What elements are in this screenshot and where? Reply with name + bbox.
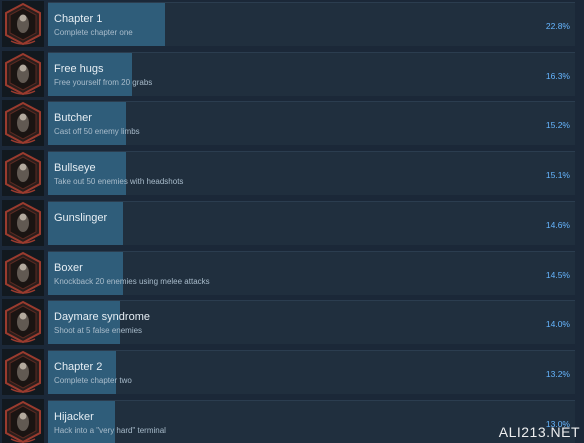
unlock-percentage: 14.6%	[545, 219, 570, 230]
severed-limb-icon	[2, 100, 44, 147]
achievement-description: Cast off 50 enemy limbs	[54, 127, 140, 137]
achievement-row[interactable]: Gunslinger 14.6%	[0, 199, 584, 246]
achievement-title: Bullseye	[54, 162, 96, 175]
achievement-row[interactable]: Boxer Knockback 20 enemies using melee at…	[0, 249, 584, 296]
grabbing-hand-icon	[2, 50, 44, 97]
achievement-panel: Chapter 1 Complete chapter one 22.8%	[48, 2, 575, 46]
achievement-panel: Butcher Cast off 50 enemy limbs 15.2%	[48, 101, 575, 146]
site-watermark: ALI213.NET	[498, 424, 580, 440]
achievement-description: Knockback 20 enemies using melee attacks	[54, 276, 210, 286]
achievement-row[interactable]: Hijacker Hack into a "very hard" terminal…	[0, 398, 584, 443]
achievement-panel: Gunslinger 14.6%	[48, 200, 575, 245]
terminal-hand-icon	[2, 398, 44, 443]
achievement-title: Chapter 1	[54, 13, 103, 25]
achievement-title: Daymare syndrome	[54, 311, 150, 324]
achievement-description: Complete chapter one	[54, 28, 133, 37]
achievement-panel: Chapter 2 Complete chapter two 13.2%	[48, 349, 575, 394]
achievement-description: Hack into a "very hard" terminal	[54, 425, 166, 435]
unlock-percentage: 15.2%	[545, 120, 570, 131]
achievement-row[interactable]: Chapter 2 Complete chapter two 13.2%	[0, 348, 584, 395]
unlock-percentage: 14.0%	[545, 319, 570, 330]
skull-mask-icon	[2, 1, 44, 47]
zombie-figure-icon	[2, 299, 44, 346]
achievement-title: Hijacker	[54, 410, 94, 423]
unlock-percentage: 13.2%	[545, 368, 570, 379]
achievement-panel: Free hugs Free yourself from 20 grabs 16.3…	[48, 51, 575, 96]
achievement-row[interactable]: Chapter 1 Complete chapter one 22.8%	[0, 1, 584, 47]
achievement-row[interactable]: Butcher Cast off 50 enemy limbs 15.2%	[0, 100, 584, 147]
achievement-title: Boxer	[54, 261, 83, 274]
achievement-list: Chapter 1 Complete chapter one 22.8% Free h…	[0, 0, 584, 443]
achievement-row[interactable]: Free hugs Free yourself from 20 grabs 16.3…	[0, 50, 584, 97]
achievement-panel: Daymare syndrome Shoot at 5 false enemies…	[48, 300, 575, 345]
achievement-title: Butcher	[54, 112, 92, 125]
fist-icon	[2, 249, 44, 296]
unlock-percentage: 15.1%	[545, 170, 570, 181]
achievement-description: Free yourself from 20 grabs	[54, 77, 153, 87]
achievement-title: Chapter 2	[54, 360, 103, 373]
unlock-percentage: 22.8%	[545, 21, 570, 31]
achievement-panel: Bullseye Take out 50 enemies with headsho…	[48, 151, 575, 196]
achievement-description: Complete chapter two	[54, 375, 132, 385]
red-eyes-face-icon	[2, 348, 44, 395]
unlock-percentage: 16.3%	[545, 70, 570, 81]
achievement-row[interactable]: Daymare syndrome Shoot at 5 false enemies…	[0, 299, 584, 346]
achievement-description: Shoot at 5 false enemies	[54, 326, 143, 336]
achievement-panel: Boxer Knockback 20 enemies using melee at…	[48, 250, 575, 295]
achievement-description: Take out 50 enemies with headshots	[54, 177, 184, 187]
skull-target-icon	[2, 150, 44, 197]
achievement-title: Free hugs	[54, 62, 104, 75]
achievement-title: Gunslinger	[54, 211, 108, 224]
achievement-panel: Hijacker Hack into a "very hard" terminal…	[48, 399, 575, 443]
pistol-icon	[2, 199, 44, 246]
unlock-percentage: 14.5%	[545, 269, 570, 280]
achievement-row[interactable]: Bullseye Take out 50 enemies with headsho…	[0, 150, 584, 197]
